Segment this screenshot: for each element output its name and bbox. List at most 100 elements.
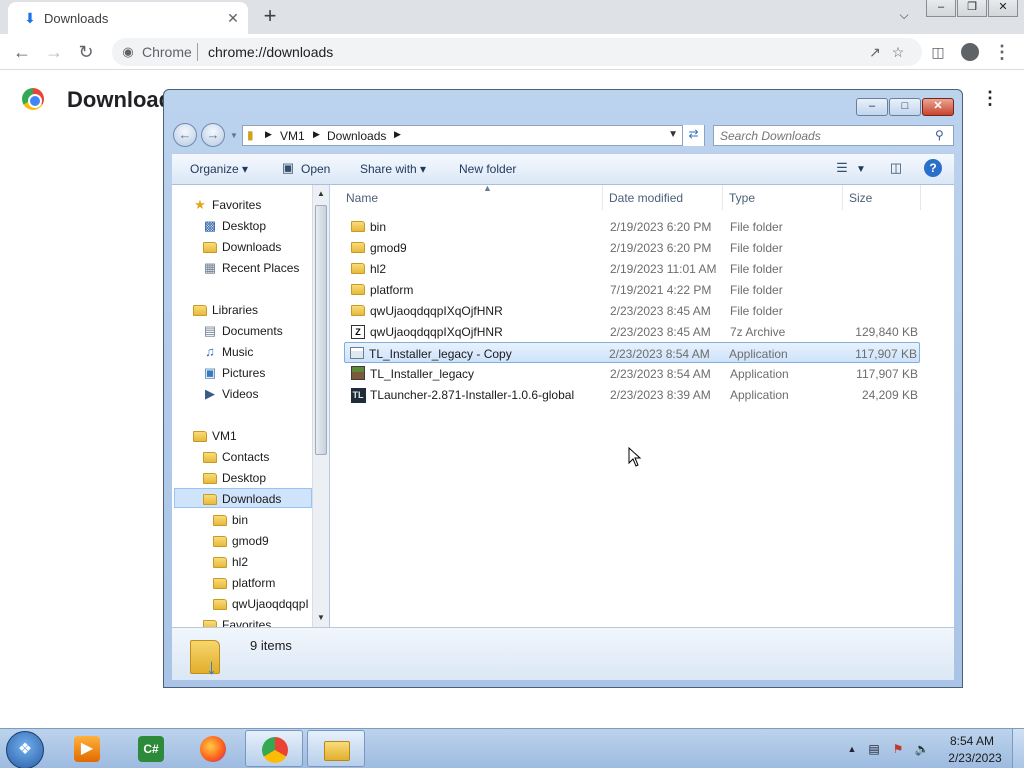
file-date: 2/19/2023 11:01 AM (610, 262, 717, 276)
close-window-button[interactable]: ✕ (988, 0, 1018, 17)
file-row-selected[interactable]: TL_Installer_legacy - Copy 2/23/2023 8:5… (344, 342, 920, 363)
downloads-folder-icon (202, 491, 218, 507)
breadcrumb-arrow-icon[interactable]: ▶ (394, 129, 401, 140)
action-center-flag-icon[interactable]: ⚑ (890, 741, 906, 757)
file-row[interactable]: platform 7/19/2021 4:22 PM File folder (346, 279, 920, 300)
restore-window-button[interactable]: ❐ (957, 0, 987, 17)
share-icon[interactable]: ↗ (865, 42, 885, 62)
organize-label: Organize (190, 162, 239, 176)
side-panel-icon[interactable]: ◫ (926, 40, 950, 64)
omnibox[interactable]: ◉ Chrome chrome://downloads ↗ ☆ (112, 38, 922, 66)
scrollbar-thumb[interactable] (315, 205, 327, 455)
forward-arrow-icon[interactable]: → (42, 40, 66, 64)
bookmark-star-icon[interactable]: ☆ (888, 42, 908, 62)
help-icon[interactable]: ? (924, 159, 942, 177)
address-dropdown-icon[interactable]: ▼ (668, 129, 678, 140)
breadcrumb-arrow-icon[interactable]: ▶ (265, 129, 272, 140)
details-pane: ↓ 9 items (172, 627, 954, 680)
file-row[interactable]: Z qwUjaoqdqqpIXqOjfHNR 2/23/2023 8:45 AM… (346, 321, 920, 342)
network-icon[interactable]: ▤ (866, 741, 882, 757)
folder-icon (212, 533, 228, 549)
item-count: 9 items (250, 638, 292, 653)
file-row[interactable]: TL TLauncher-2.871-Installer-1.0.6-globa… (346, 384, 920, 405)
refresh-icon[interactable]: ⇄ (682, 125, 704, 146)
view-options-chevron-icon[interactable]: ▼ (856, 164, 866, 175)
column-size[interactable]: Size (849, 185, 919, 210)
taskbar-csharp-app[interactable]: C# (122, 730, 180, 767)
preview-pane-icon[interactable]: ◫ (888, 160, 904, 176)
new-tab-button[interactable]: + (258, 5, 282, 29)
explorer-close-button[interactable]: ✕ (922, 98, 954, 116)
clock-date[interactable]: 2/23/2023 (946, 751, 1004, 765)
downloads-folder-icon: ↓ (190, 634, 224, 679)
clock-time[interactable]: 8:54 AM (946, 734, 998, 748)
download-icon: ⬇ (24, 10, 36, 26)
minimize-window-button[interactable]: – (926, 0, 956, 17)
breadcrumb-vm1[interactable]: VM1 (280, 129, 305, 143)
search-box[interactable]: ⚲ (713, 125, 954, 146)
column-name[interactable]: ▲ Name (346, 183, 602, 210)
column-divider[interactable] (842, 185, 843, 210)
new-folder-button[interactable]: New folder (459, 162, 516, 176)
back-arrow-icon[interactable]: ← (10, 40, 34, 64)
open-button[interactable]: Open (301, 162, 330, 176)
nav-label: gmod9 (232, 534, 269, 548)
column-type[interactable]: Type (729, 185, 841, 210)
file-row[interactable]: hl2 2/19/2023 11:01 AM File folder (346, 258, 920, 279)
organize-button[interactable]: Organize ▾ (190, 162, 248, 176)
breadcrumb-arrow-icon[interactable]: ▶ (313, 129, 320, 140)
downloads-menu-icon[interactable]: ⋮ (980, 88, 1000, 110)
column-divider[interactable] (920, 185, 921, 210)
file-name: hl2 (370, 262, 387, 276)
explorer-minimize-button[interactable]: – (856, 98, 888, 116)
downloads-folder-icon (202, 239, 218, 255)
reload-icon[interactable]: ↻ (74, 40, 98, 64)
forward-icon[interactable]: → (201, 123, 225, 147)
scroll-up-arrow-icon[interactable]: ▲ (315, 187, 327, 201)
file-row[interactable]: qwUjaoqdqqpIXqOjfHNR 2/23/2023 8:45 AM F… (346, 300, 920, 321)
search-input[interactable] (720, 128, 920, 143)
file-date: 2/23/2023 8:39 AM (610, 388, 711, 402)
file-type: File folder (730, 241, 783, 255)
column-date-modified[interactable]: Date modified (609, 185, 721, 210)
show-desktop-button[interactable] (1012, 729, 1024, 768)
column-divider[interactable] (602, 185, 603, 210)
taskbar-chrome[interactable] (245, 730, 303, 767)
tab-search-chevron-icon[interactable]: ⌵ (894, 8, 914, 28)
close-tab-button[interactable]: ✕ (224, 9, 242, 27)
explorer-maximize-button[interactable]: □ (889, 98, 921, 116)
nav-label: VM1 (212, 429, 237, 443)
breadcrumb-downloads[interactable]: Downloads (327, 129, 386, 143)
share-with-button[interactable]: Share with ▾ (360, 162, 426, 176)
taskbar-explorer[interactable] (307, 730, 365, 767)
file-name: TL_Installer_legacy (370, 367, 475, 381)
taskbar-media-player[interactable]: ▶ (58, 730, 116, 767)
folder-icon (350, 239, 366, 255)
nav-buttons: ← → (173, 121, 229, 149)
show-hidden-icons-chevron-icon[interactable]: ▲ (844, 741, 860, 757)
file-name: platform (370, 283, 414, 297)
search-icon[interactable]: ⚲ (935, 128, 949, 142)
back-icon[interactable]: ← (173, 123, 197, 147)
file-row[interactable]: bin 2/19/2023 6:20 PM File folder (346, 216, 920, 237)
column-divider[interactable] (722, 185, 723, 210)
recent-pages-chevron-icon[interactable]: ▼ (230, 131, 238, 140)
file-row[interactable]: gmod9 2/19/2023 6:20 PM File folder (346, 237, 920, 258)
volume-icon[interactable]: 🔈 (914, 741, 930, 757)
file-name: TL_Installer_legacy - Copy (369, 347, 512, 361)
tab-downloads[interactable]: ⬇ Downloads ✕ (8, 2, 248, 34)
scroll-down-arrow-icon[interactable]: ▼ (315, 611, 327, 625)
profile-avatar-icon[interactable] (958, 40, 982, 64)
nav-downloads-selected[interactable]: Downloads (174, 488, 312, 508)
nav-label: hl2 (232, 555, 249, 569)
change-view-icon[interactable]: ☰ (834, 160, 850, 176)
omnibox-url[interactable]: chrome://downloads (208, 44, 333, 60)
file-type: File folder (730, 304, 783, 318)
taskbar-firefox[interactable] (184, 730, 242, 767)
start-button[interactable]: ❖ (6, 731, 44, 768)
file-row[interactable]: TL_Installer_legacy 2/23/2023 8:54 AM Ap… (346, 363, 920, 384)
nav-scrollbar[interactable]: ▲ ▼ (312, 185, 329, 627)
chrome-menu-icon[interactable]: ⋮ (990, 40, 1014, 64)
address-bar[interactable]: ▮ ▶ VM1 ▶ Downloads ▶ ▼ (242, 125, 705, 146)
videos-icon: ▶ (205, 386, 215, 401)
